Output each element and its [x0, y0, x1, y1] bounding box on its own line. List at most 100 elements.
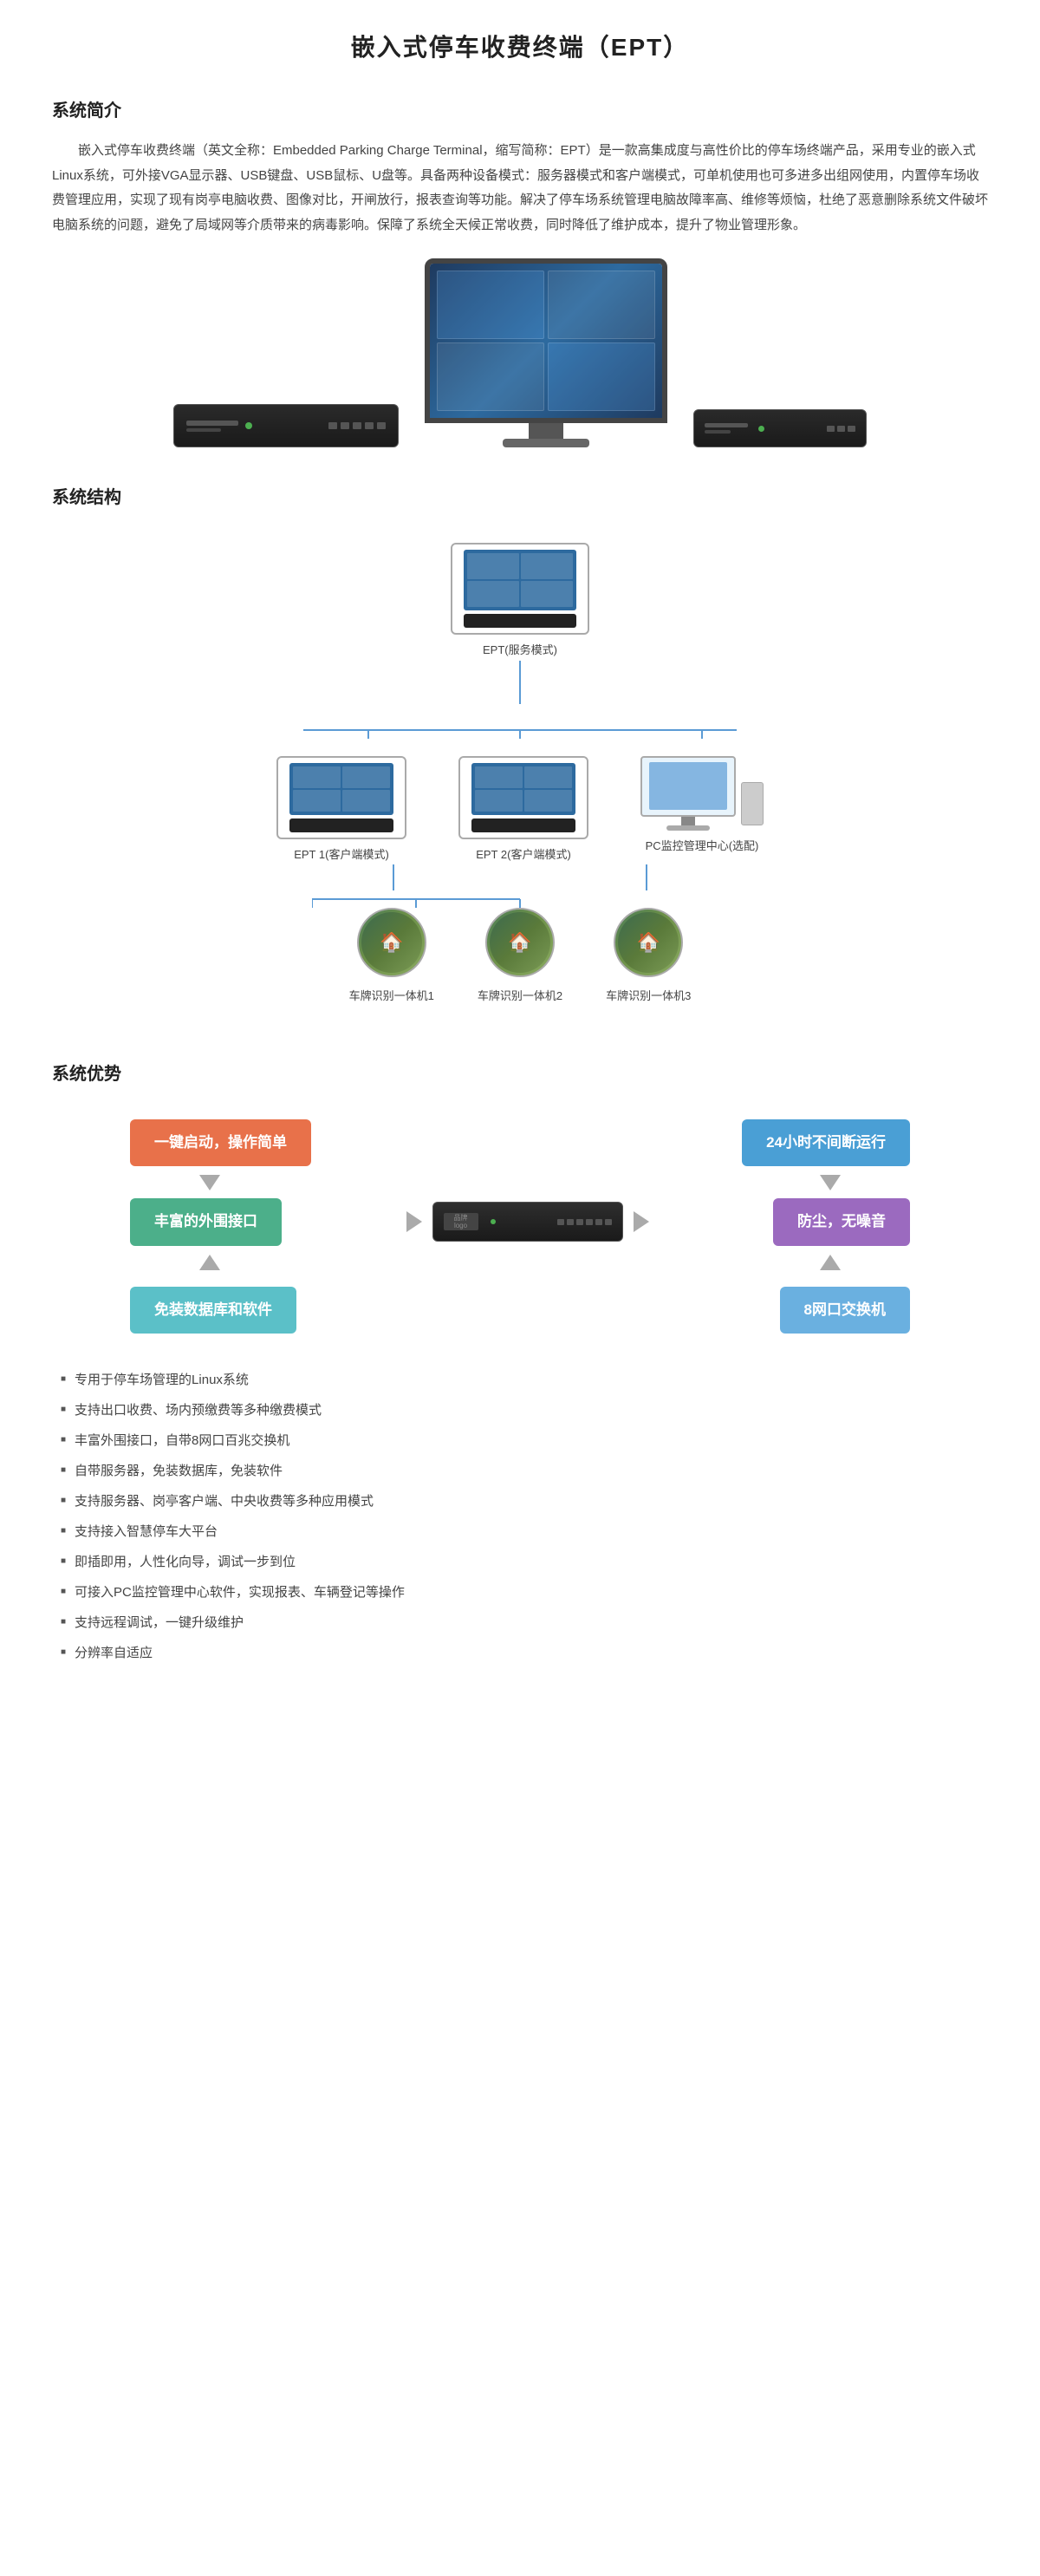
ept1-screen — [289, 763, 393, 815]
structure-section: 系统结构 EPT(服务模式) — [52, 482, 988, 1023]
arrow-down-2 — [820, 1175, 841, 1198]
feature-text-9: 支持远程调试，一键升级维护 — [75, 1611, 244, 1634]
feature-item-9: 支持远程调试，一键升级维护 — [52, 1611, 988, 1634]
feature-text-6: 支持接入智慧停车大平台 — [75, 1520, 218, 1543]
arrow-up-1 — [199, 1255, 220, 1278]
top-arrows — [130, 1175, 910, 1198]
feature-item-3: 丰富外围接口，自带8网口百兆交换机 — [52, 1429, 988, 1452]
device-logo: 品牌logo — [444, 1213, 478, 1230]
adv-badge-2: 24小时不间断运行 — [742, 1119, 910, 1167]
monitor-screen-area — [425, 258, 667, 423]
feature-item-6: 支持接入智慧停车大平台 — [52, 1520, 988, 1543]
cam3-circle: 🏠 — [614, 908, 683, 977]
device-ports-left — [328, 422, 386, 429]
pc-label: PC监控管理中心(选配) — [646, 836, 759, 856]
feature-text-1: 专用于停车场管理的Linux系统 — [75, 1368, 249, 1392]
arrow-up-2 — [820, 1255, 841, 1278]
cam2-circle: 🏠 — [485, 908, 555, 977]
feature-item-1: 专用于停车场管理的Linux系统 — [52, 1368, 988, 1392]
arrow-up-icon-1 — [199, 1255, 220, 1270]
pc-screen — [640, 756, 736, 817]
page-title: 嵌入式停车收费终端（EPT） — [52, 26, 988, 69]
cam3-label: 车牌识别一体机3 — [606, 986, 691, 1006]
mid-center: 品牌logo — [406, 1202, 649, 1242]
arrow-down-icon-2 — [820, 1175, 841, 1190]
cam-v-2 — [646, 864, 647, 890]
cam2-node: 🏠 车牌识别一体机2 — [478, 908, 562, 1006]
ept2-node: EPT 2(客户端模式) — [458, 756, 588, 864]
cam3-node: 🏠 车牌识别一体机3 — [606, 908, 691, 1006]
arrow-down-icon-1 — [199, 1175, 220, 1190]
v-connector-main — [519, 661, 521, 704]
feature-item-4: 自带服务器，免装数据库，免装软件 — [52, 1459, 988, 1483]
adv-badge-5: 免装数据库和软件 — [130, 1287, 296, 1334]
screen-cell-4 — [548, 342, 655, 411]
pc-box — [640, 756, 764, 831]
feature-text-3: 丰富外围接口，自带8网口百兆交换机 — [75, 1429, 289, 1452]
intro-text: 嵌入式停车收费终端（英文全称：Embedded Parking Charge T… — [52, 139, 988, 238]
ept1-label: EPT 1(客户端模式) — [294, 845, 389, 864]
ept2-device — [471, 818, 575, 832]
ept-server-device — [464, 614, 576, 628]
feature-item-8: 可接入PC监控管理中心软件，实现报表、车辆登记等操作 — [52, 1581, 988, 1604]
feature-text-8: 可接入PC监控管理中心软件，实现报表、车辆登记等操作 — [75, 1581, 405, 1604]
branch-svg — [217, 704, 823, 756]
feature-item-5: 支持服务器、岗亭客户端、中央收费等多种应用模式 — [52, 1490, 988, 1513]
ept-cell-4 — [521, 581, 573, 607]
arrow-right-icon-1 — [406, 1211, 422, 1232]
screen-cell-1 — [437, 271, 544, 339]
adv-bot-row: 免装数据库和软件 8网口交换机 — [130, 1287, 910, 1334]
adv-badge-1: 一键启动，操作简单 — [130, 1119, 311, 1167]
ept1-node: EPT 1(客户端模式) — [276, 756, 406, 864]
feature-item-2: 支持出口收费、场内预缴费等多种缴费模式 — [52, 1399, 988, 1422]
ept-server-node: EPT(服务模式) — [451, 543, 589, 660]
center-device-light — [491, 1219, 496, 1224]
screen-cell-2 — [548, 271, 655, 339]
bot-arrows — [130, 1255, 910, 1278]
ept-cell-2 — [521, 553, 573, 579]
ept-server-label: EPT(服务模式) — [483, 640, 557, 660]
cam1-node: 🏠 车牌识别一体机1 — [349, 908, 434, 1006]
intro-heading: 系统简介 — [52, 95, 988, 127]
adv-badge-4: 防尘，无噪音 — [773, 1198, 910, 1246]
feature-text-4: 自带服务器，免装数据库，免装软件 — [75, 1459, 283, 1483]
adv-top-row: 一键启动，操作简单 24小时不间断运行 — [130, 1119, 910, 1167]
cam1-label: 车牌识别一体机1 — [349, 986, 434, 1006]
ept-server-box — [451, 543, 589, 635]
camera-nodes-row: 🏠 车牌识别一体机1 🏠 车牌识别一体机2 🏠 车牌识别一体机3 — [349, 908, 692, 1006]
ept2-label: EPT 2(客户端模式) — [476, 845, 571, 864]
ept2-box — [458, 756, 588, 839]
cam2-image: 🏠 — [490, 912, 550, 973]
monitor-display — [430, 264, 662, 418]
arrow-right-icon-2 — [634, 1211, 649, 1232]
center-device-ports — [557, 1219, 612, 1225]
structure-heading: 系统结构 — [52, 482, 988, 513]
monitor-stand — [529, 423, 563, 439]
arrow-up-icon-2 — [820, 1255, 841, 1270]
status-light-right — [758, 426, 764, 432]
pc-screen-inner — [649, 762, 727, 810]
intro-section: 系统简介 嵌入式停车收费终端（英文全称：Embedded Parking Cha… — [52, 95, 988, 238]
device-left — [173, 404, 399, 447]
product-images — [52, 258, 988, 447]
ept-server-screen — [464, 550, 576, 610]
device-box-left — [173, 404, 399, 447]
structure-diagram: EPT(服务模式) — [52, 525, 988, 1023]
screen-cell-3 — [437, 342, 544, 411]
monitor — [425, 258, 667, 447]
cam-v-1 — [393, 864, 394, 890]
ept-cell-3 — [467, 581, 519, 607]
device-right — [693, 409, 867, 447]
ept1-box — [276, 756, 406, 839]
pc-tower — [741, 782, 764, 825]
cam-connectors — [393, 864, 647, 890]
feature-text-10: 分辨率自适应 — [75, 1641, 153, 1665]
cam-branch-svg — [312, 890, 728, 908]
adv-badge-6: 8网口交换机 — [780, 1287, 910, 1334]
ept-cell-1 — [467, 553, 519, 579]
adv-mid-row: 丰富的外围接口 品牌logo — [130, 1198, 910, 1246]
adv-badge-3: 丰富的外围接口 — [130, 1198, 282, 1246]
child-nodes-row: EPT 1(客户端模式) EPT 2(客户端模式) — [276, 756, 764, 864]
pc-base — [666, 825, 710, 831]
pc-node: PC监控管理中心(选配) — [640, 756, 764, 864]
